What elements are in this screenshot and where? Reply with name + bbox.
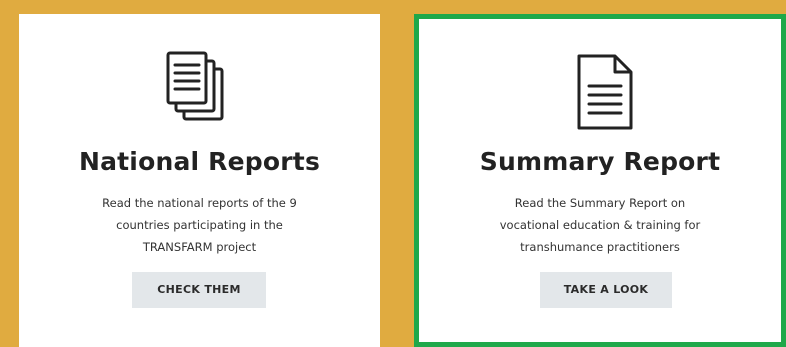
take-a-look-button[interactable]: TAKE A LOOK [540, 272, 672, 308]
stacked-documents-icon [166, 51, 224, 121]
description-line: Read the Summary Report on [514, 196, 686, 210]
summary-report-card: Summary Report Read the Summary Report o… [414, 14, 786, 347]
description-line: vocational education & training for [499, 218, 701, 232]
card-title: National Reports [78, 147, 321, 176]
page-background: { "cards": [ { "icon": "stacked-document… [0, 0, 786, 347]
description-line: Read the national reports of the 9 [102, 196, 297, 210]
description-line: countries participating in the [116, 218, 283, 232]
card-description: Read the national reports of the 9 count… [49, 192, 350, 258]
description-line: transhumance practitioners [520, 240, 680, 254]
document-icon [577, 54, 633, 130]
card-description: Read the Summary Report on vocational ed… [449, 192, 751, 258]
check-them-button[interactable]: CHECK THEM [132, 272, 266, 308]
card-title: Summary Report [479, 147, 721, 176]
national-reports-card: National Reports Read the national repor… [19, 14, 380, 347]
description-line: TRANSFARM project [142, 240, 257, 254]
